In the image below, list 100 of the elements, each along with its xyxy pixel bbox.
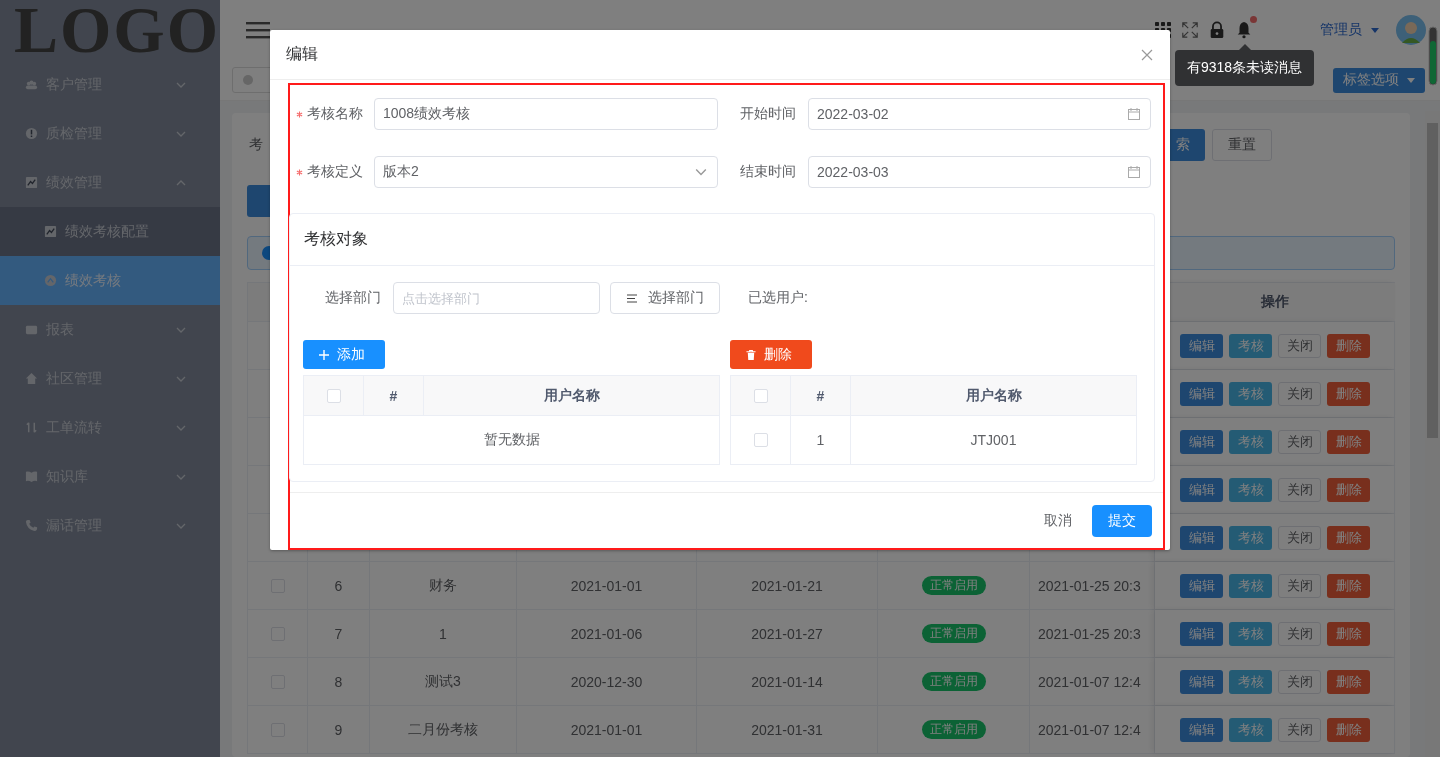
table-cell: 财务 (429, 576, 457, 595)
select-department-button[interactable]: 选择部门 (610, 282, 720, 314)
table-cell: 2021-01-27 (751, 625, 823, 642)
calendar-icon (1128, 108, 1140, 120)
submit-button[interactable]: 提交 (1092, 504, 1152, 537)
table-cell: 2021-01-25 20:3 (1038, 577, 1141, 594)
action-button[interactable]: 编辑 (1180, 573, 1223, 598)
caret-icon (1407, 77, 1415, 83)
action-button[interactable]: 编辑 (1180, 669, 1223, 694)
dial-icon (44, 274, 57, 287)
date-field[interactable]: 2022-03-02 (808, 98, 1151, 130)
notification-tooltip: 有9318条未读消息 (1175, 50, 1315, 86)
action-button[interactable]: 关闭 (1278, 381, 1321, 406)
checkbox[interactable] (326, 388, 341, 403)
dialog-title: 编辑 (286, 44, 318, 64)
action-button[interactable]: 考核 (1229, 525, 1272, 550)
reset-button[interactable]: 重置 (1212, 129, 1272, 161)
plus-icon (319, 349, 329, 360)
input-field[interactable]: 1008绩效考核 (374, 98, 718, 130)
close-icon[interactable] (1141, 48, 1153, 61)
search-label: 考 (249, 136, 263, 154)
action-button[interactable]: 编辑 (1180, 717, 1223, 742)
calendar-icon (1128, 166, 1140, 178)
action-button[interactable]: 编辑 (1180, 477, 1223, 502)
chevron-up-icon (176, 179, 186, 186)
column-header: # (791, 376, 851, 415)
action-button[interactable]: 考核 (1229, 573, 1272, 598)
table-cell: 1 (816, 432, 825, 448)
action-button[interactable]: 删除 (1327, 573, 1370, 598)
table-cell: 2021-01-01 (570, 577, 643, 594)
trash-icon (746, 349, 756, 360)
action-button[interactable]: 编辑 (1180, 381, 1223, 406)
action-button[interactable]: 关闭 (1278, 429, 1321, 454)
field-label: 结束时间 (739, 162, 797, 181)
action-button[interactable]: 考核 (1229, 669, 1272, 694)
table-cell: 2021-01-14 (751, 673, 823, 690)
chevron-down-icon (176, 473, 186, 480)
action-button[interactable]: 关闭 (1278, 573, 1321, 598)
table-cell: 2021-01-01 (570, 721, 643, 738)
table-cell: 测试3 (425, 672, 461, 691)
checkbox[interactable] (753, 433, 768, 447)
battery-icon (1428, 26, 1438, 86)
user-menu[interactable]: 管理员 (1320, 21, 1362, 39)
table-cell: 2020-12-30 (570, 673, 643, 690)
people-icon (25, 78, 38, 91)
table-cell: 2021-01-07 12:4 (1038, 721, 1141, 738)
action-button[interactable]: 编辑 (1180, 333, 1223, 358)
action-button[interactable]: 编辑 (1180, 429, 1223, 454)
table-cell: 2021-01-06 (570, 625, 643, 642)
chart-icon (44, 225, 57, 238)
chevron-down-icon (176, 130, 186, 137)
action-button[interactable]: 删除 (1327, 477, 1370, 502)
action-button[interactable]: 考核 (1229, 429, 1272, 454)
action-button[interactable]: 关闭 (1278, 621, 1321, 646)
action-button[interactable]: 删除 (1327, 669, 1370, 694)
action-button[interactable]: 关闭 (1278, 477, 1321, 502)
action-button[interactable]: 考核 (1229, 381, 1272, 406)
select-field[interactable]: 版本2 (374, 156, 718, 188)
checkbox[interactable] (753, 388, 768, 403)
action-button[interactable]: 关闭 (1278, 333, 1321, 358)
bell-icon[interactable] (1235, 21, 1253, 39)
action-button[interactable]: 编辑 (1180, 525, 1223, 550)
chevron-down-icon (695, 166, 707, 178)
action-button[interactable]: 删除 (1327, 621, 1370, 646)
add-button[interactable]: 添加 (303, 340, 385, 369)
table-cell: 6 (334, 577, 343, 594)
avatar-icon[interactable] (1396, 15, 1426, 45)
date-field[interactable]: 2022-03-03 (808, 156, 1151, 188)
alert-icon (25, 127, 38, 140)
caret-icon (1371, 27, 1379, 33)
action-button[interactable]: 考核 (1229, 621, 1272, 646)
action-button[interactable]: 删除 (1327, 429, 1370, 454)
action-button[interactable]: 考核 (1229, 477, 1272, 502)
required-icon (296, 168, 303, 176)
action-button[interactable]: 删除 (1327, 333, 1370, 358)
swap-icon (25, 421, 38, 434)
chevron-down-icon (176, 522, 186, 529)
lock-icon[interactable] (1208, 21, 1226, 39)
action-button[interactable]: 删除 (1327, 525, 1370, 550)
column-header: 用户名称 (542, 385, 601, 405)
table-cell: 7 (334, 625, 343, 642)
action-button[interactable]: 删除 (1327, 381, 1370, 406)
table-cell: 二月份考核 (408, 720, 478, 739)
tag-options-button[interactable]: 标签选项 (1333, 67, 1425, 93)
field-label: 选择部门 (324, 289, 382, 307)
table-cell: 8 (334, 673, 343, 690)
list-icon (626, 293, 637, 303)
action-button[interactable]: 关闭 (1278, 525, 1321, 550)
chevron-down-icon (176, 326, 186, 333)
action-button[interactable]: 删除 (1327, 717, 1370, 742)
action-button[interactable]: 关闭 (1278, 669, 1321, 694)
menu-icon[interactable] (246, 21, 270, 39)
delete-button[interactable]: 删除 (730, 340, 812, 369)
action-button[interactable]: 考核 (1229, 333, 1272, 358)
action-button[interactable]: 编辑 (1180, 621, 1223, 646)
action-button[interactable]: 关闭 (1278, 717, 1321, 742)
action-button[interactable]: 考核 (1229, 717, 1272, 742)
fullscreen-icon[interactable] (1181, 21, 1199, 39)
field-label: 考核定义 (290, 156, 374, 188)
cancel-button[interactable]: 取消 (1034, 511, 1082, 530)
